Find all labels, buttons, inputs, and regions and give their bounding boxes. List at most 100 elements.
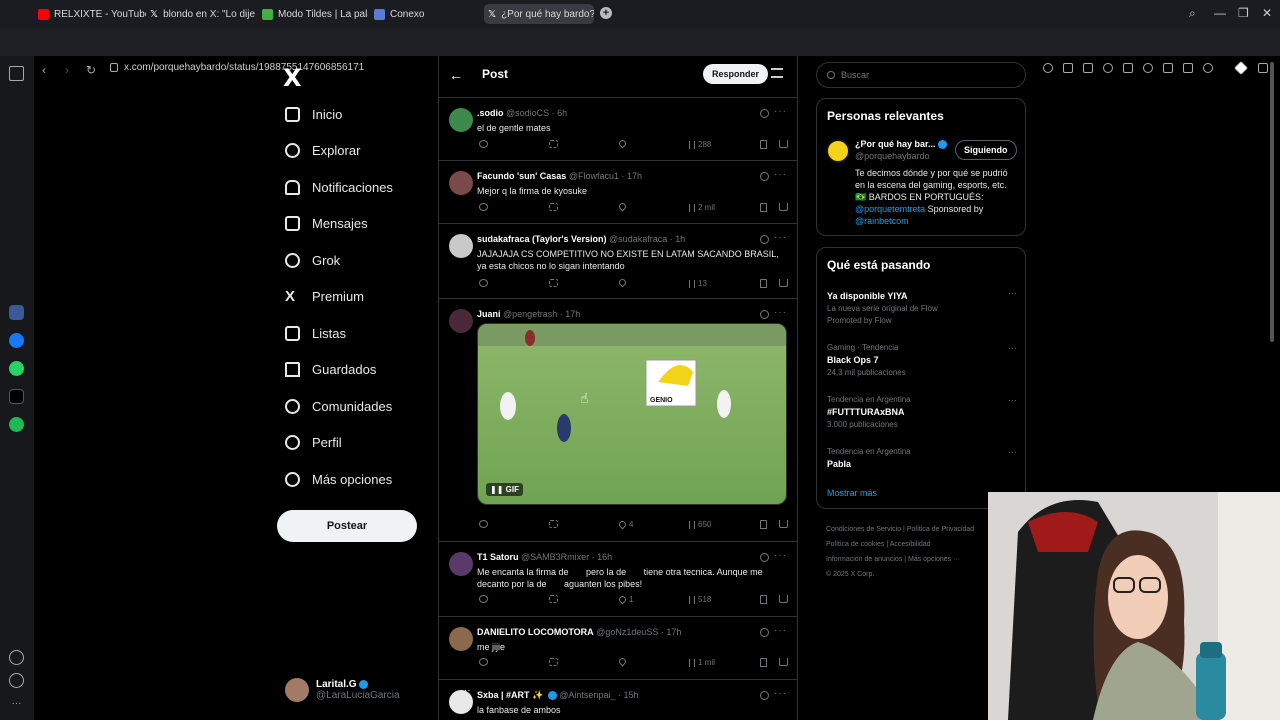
like-action[interactable] <box>617 138 629 149</box>
more-icon[interactable]: ··· <box>1008 343 1017 353</box>
reply-action[interactable] <box>479 658 491 666</box>
tab-conexo[interactable]: Conexo <box>374 4 474 24</box>
messenger-icon[interactable] <box>9 333 24 348</box>
more-icon[interactable]: ··· <box>774 625 787 636</box>
mention-link[interactable]: @rainbetcom <box>855 215 1020 227</box>
grok-icon[interactable] <box>760 691 769 700</box>
nav-guardados[interactable]: Guardados <box>285 358 376 380</box>
retweet-action[interactable] <box>549 203 561 211</box>
forward-icon[interactable]: › <box>65 63 69 77</box>
grok-icon[interactable] <box>760 172 769 181</box>
views-action[interactable]: 1 mil <box>689 658 715 667</box>
reply-action[interactable] <box>479 595 491 603</box>
x-app-icon[interactable] <box>9 389 24 404</box>
heart-icon[interactable] <box>9 650 24 665</box>
trend-item[interactable]: Tendencia en Argentina Pabla ··· <box>827 447 1017 469</box>
footer-link[interactable]: Accesibilidad <box>890 541 931 548</box>
like-action[interactable] <box>617 201 629 212</box>
search-input[interactable]: Buscar <box>816 62 1026 88</box>
aria-icon[interactable] <box>9 305 24 320</box>
reply-tweet[interactable]: T1 Satoru @SAMB3Rmixer · 16h ··· Me enca… <box>439 542 797 617</box>
nav-inicio[interactable]: Inicio <box>285 103 342 125</box>
footer-link[interactable]: Información de anuncios <box>826 556 902 563</box>
more-icon[interactable]: ··· <box>1008 288 1017 298</box>
footer-link[interactable]: Condiciones de Servicio <box>826 526 901 533</box>
heart-icon[interactable] <box>1143 63 1153 73</box>
whatsapp-icon[interactable] <box>9 361 24 376</box>
tab-x-blondo[interactable]: 𝕏 blondo en X: "Lo dije adi <box>150 4 256 24</box>
avatar[interactable] <box>449 171 473 195</box>
views-action[interactable]: 650 <box>689 520 711 529</box>
footer-link[interactable]: Política de Privacidad <box>907 526 974 533</box>
bookmark-action[interactable] <box>760 203 767 212</box>
more-icon[interactable]: ··· <box>9 698 24 713</box>
share-action[interactable] <box>779 595 788 603</box>
trend-item[interactable]: Tendencia en Argentina #FUTTTURAxBNA 3.0… <box>827 395 1017 429</box>
bookmark-action[interactable] <box>760 140 767 149</box>
grok-icon[interactable] <box>760 310 769 319</box>
views-action[interactable]: 2 mil <box>689 203 715 212</box>
bookmark-action[interactable] <box>760 279 767 288</box>
shield-icon[interactable] <box>1103 63 1113 73</box>
like-action[interactable]: 1 <box>617 594 633 605</box>
new-tab-button[interactable]: + <box>600 7 612 19</box>
bookmark-action[interactable] <box>760 520 767 529</box>
reload-icon[interactable]: ↻ <box>86 63 96 77</box>
reply-action[interactable] <box>479 520 491 528</box>
reply-tweet[interactable]: Facundo 'sun' Casas @Flowfacu1 · 17h ···… <box>439 161 797 224</box>
nav-mensajes[interactable]: Mensajes <box>285 212 368 234</box>
back-arrow-icon[interactable]: ← <box>449 67 463 83</box>
radiation-avatar-icon[interactable] <box>826 139 850 163</box>
relevant-user[interactable]: ¿Por qué hay bar... @porquehaybardo <box>855 139 947 161</box>
avatar[interactable] <box>449 108 473 132</box>
nav-explorar[interactable]: Explorar <box>285 139 360 161</box>
trend-item[interactable]: Ya disponible YIYA La nueva serie origin… <box>827 288 1017 325</box>
views-action[interactable]: 13 <box>689 279 707 288</box>
menu-icon[interactable] <box>1183 63 1193 73</box>
reply-tweet[interactable]: sudakafraca (Taylor's Version) @sudakafr… <box>439 224 797 299</box>
more-icon[interactable]: ··· <box>1008 395 1017 405</box>
search-tabs-icon[interactable]: ⌕ <box>1189 6 1196 21</box>
more-icon[interactable]: ··· <box>774 232 787 243</box>
nav-mas-opciones[interactable]: Más opciones <box>285 468 392 490</box>
gif-badge[interactable]: ❚❚ GIF <box>486 483 523 496</box>
more-icon[interactable]: ··· <box>774 106 787 117</box>
share-action[interactable] <box>779 520 788 528</box>
gif-media[interactable]: GENIO ❚❚ GIF <box>477 323 787 505</box>
share-action[interactable] <box>779 140 788 148</box>
share-action[interactable] <box>779 279 788 287</box>
avatar[interactable] <box>449 309 473 333</box>
tab-modo-tildes[interactable]: Modo Tildes | La palabra c <box>262 4 368 24</box>
more-icon[interactable]: ··· <box>774 688 787 699</box>
grok-icon[interactable] <box>760 553 769 562</box>
play-icon[interactable] <box>1123 63 1133 73</box>
minimize-button[interactable]: — <box>1214 6 1226 20</box>
retweet-action[interactable] <box>549 595 561 603</box>
reply-action[interactable] <box>479 140 491 148</box>
nav-listas[interactable]: Listas <box>285 322 346 344</box>
nav-notificaciones[interactable]: Notificaciones <box>285 176 393 198</box>
more-icon[interactable]: ··· <box>774 169 787 180</box>
x-logo-icon[interactable]: X <box>283 64 302 92</box>
spotify-icon[interactable] <box>9 417 24 432</box>
grok-icon[interactable] <box>760 109 769 118</box>
views-action[interactable]: 288 <box>689 140 711 149</box>
reply-tweet[interactable]: .sodio @sodioCS · 6h ··· el de gentle ma… <box>439 98 797 161</box>
reply-action[interactable] <box>479 279 491 287</box>
retweet-action[interactable] <box>549 520 561 528</box>
camera-icon[interactable] <box>1083 63 1093 73</box>
edit-icon[interactable] <box>1063 63 1073 73</box>
download-icon[interactable] <box>1163 63 1173 73</box>
footer-link[interactable]: Política de cookies <box>826 541 884 548</box>
like-action[interactable]: 4 <box>617 519 633 530</box>
more-icon[interactable]: ··· <box>774 307 787 318</box>
share-action[interactable] <box>779 658 788 666</box>
retweet-action[interactable] <box>549 658 561 666</box>
search-icon[interactable] <box>1043 63 1053 73</box>
views-action[interactable]: 518 <box>689 595 711 604</box>
reply-tweet[interactable]: Juani @pengetrash · 17h ··· GENIO ❚❚ GIF… <box>439 299 797 542</box>
wallet-icon[interactable] <box>1233 60 1249 76</box>
extensions-icon[interactable] <box>1258 63 1268 73</box>
more-icon[interactable]: ··· <box>1008 447 1017 457</box>
url-field[interactable]: x.com/porquehaybardo/status/198875514760… <box>110 62 364 73</box>
